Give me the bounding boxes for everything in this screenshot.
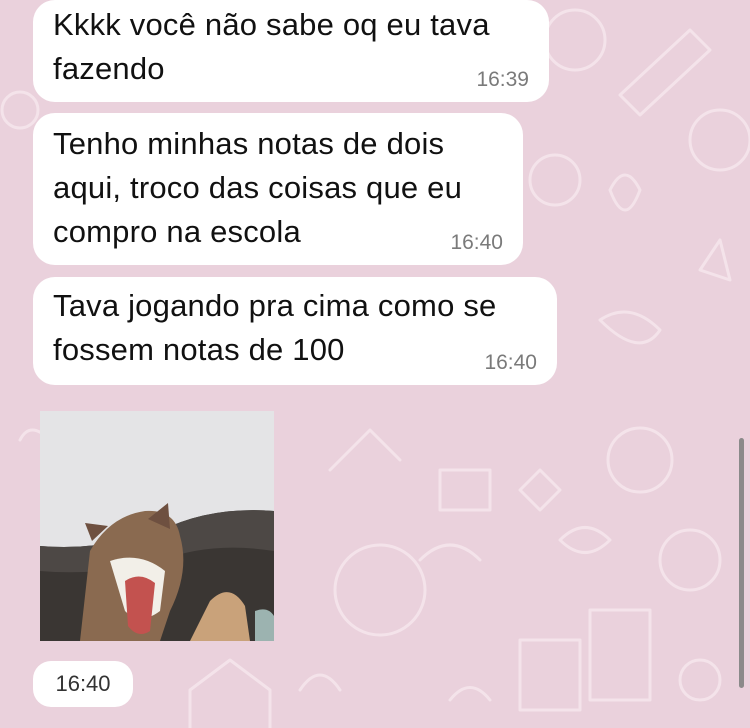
message-bubble[interactable]: Kkkk você não sabe oq eu tava fazendo 16… xyxy=(33,0,549,102)
scrollbar[interactable] xyxy=(739,438,744,688)
message-text: Kkkk você não sabe oq eu tava fazendo xyxy=(53,7,490,86)
message-timestamp: 16:40 xyxy=(450,231,503,254)
dog-video-thumbnail-icon xyxy=(40,411,274,641)
message-timestamp: 16:40 xyxy=(484,351,537,374)
message-bubble[interactable]: Tenho minhas notas de dois aqui, troco d… xyxy=(33,113,523,265)
message-text: Tenho minhas notas de dois aqui, troco d… xyxy=(53,126,463,249)
media-thumbnail[interactable] xyxy=(40,411,274,641)
media-timestamp: 16:40 xyxy=(33,661,133,707)
message-bubble[interactable]: Tava jogando pra cima como se fossem not… xyxy=(33,277,557,385)
message-text: Tava jogando pra cima como se fossem not… xyxy=(53,288,497,367)
message-timestamp: 16:39 xyxy=(476,68,529,91)
